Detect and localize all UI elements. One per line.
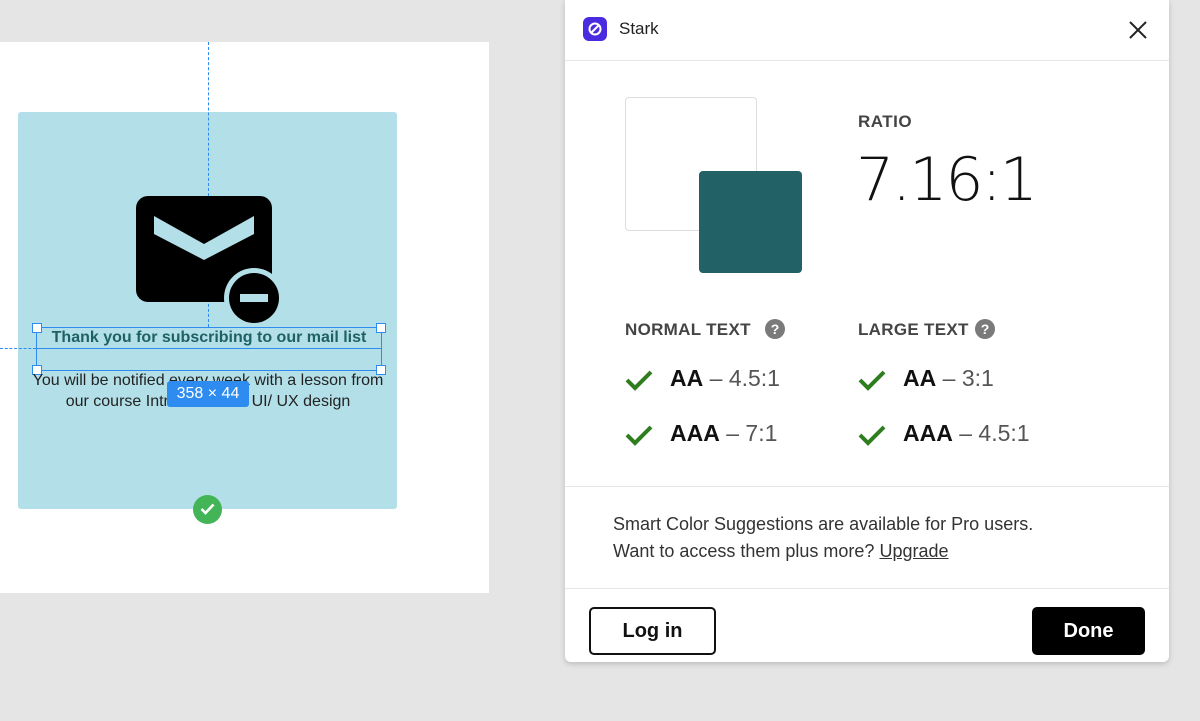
level-label: AA <box>670 365 704 391</box>
close-icon[interactable] <box>1127 19 1149 41</box>
large-text-title: LARGE TEXT <box>858 320 969 339</box>
large-aa-result: AA – 3:1 <box>903 365 994 392</box>
separator-dash: – <box>726 420 740 446</box>
stark-panel: Stark RATIO 7.16:1 NORMAL TEXT ? AA – 4.… <box>565 0 1169 662</box>
check-icon <box>625 425 653 446</box>
selection-box[interactable] <box>32 323 386 375</box>
ratio-label: RATIO <box>858 112 913 131</box>
pass-indicator[interactable] <box>193 495 222 524</box>
selection-baseline <box>37 348 381 349</box>
separator-dash: – <box>709 365 723 391</box>
pro-message-line2: Want to access them plus more? Upgrade <box>613 541 949 562</box>
check-icon <box>858 370 886 391</box>
check-icon <box>625 370 653 391</box>
threshold-value: 4.5:1 <box>728 365 780 391</box>
threshold-value: 7:1 <box>745 420 778 446</box>
divider <box>565 588 1169 589</box>
separator-dash: – <box>959 420 973 446</box>
resize-handle-top-right[interactable] <box>376 323 386 333</box>
threshold-value: 3:1 <box>961 365 994 391</box>
panel-title: Stark <box>619 19 659 38</box>
upgrade-link[interactable]: Upgrade <box>879 541 948 561</box>
pro-message-line1: Smart Color Suggestions are available fo… <box>613 514 1034 534</box>
level-label: AAA <box>670 420 720 446</box>
size-badge: 358 × 44 <box>167 381 249 407</box>
normal-aa-result: AA – 4.5:1 <box>670 365 780 392</box>
stark-logo-icon <box>588 22 602 36</box>
level-label: AA <box>903 365 937 391</box>
panel-header: Stark <box>565 0 1169 61</box>
separator-dash: – <box>942 365 956 391</box>
horizontal-guide-line <box>0 348 36 349</box>
large-text-help-icon[interactable]: ? <box>975 319 995 339</box>
large-aaa-result: AAA – 4.5:1 <box>903 420 1030 447</box>
normal-text-help-icon[interactable]: ? <box>765 319 785 339</box>
normal-text-title: NORMAL TEXT <box>625 320 751 339</box>
check-icon <box>858 425 886 446</box>
background-swatch[interactable] <box>699 171 802 273</box>
pro-message-text: Want to access them plus more? <box>613 541 875 561</box>
normal-aaa-result: AAA – 7:1 <box>670 420 777 447</box>
mail-remove-icon <box>136 196 282 326</box>
ratio-value: 7.16:1 <box>856 145 1038 215</box>
level-label: AAA <box>903 420 953 446</box>
check-icon <box>200 503 215 515</box>
resize-handle-top-left[interactable] <box>32 323 42 333</box>
threshold-value: 4.5:1 <box>978 420 1030 446</box>
divider <box>565 486 1169 487</box>
stark-logo <box>583 17 607 41</box>
login-button[interactable]: Log in <box>589 607 716 655</box>
done-button[interactable]: Done <box>1032 607 1145 655</box>
